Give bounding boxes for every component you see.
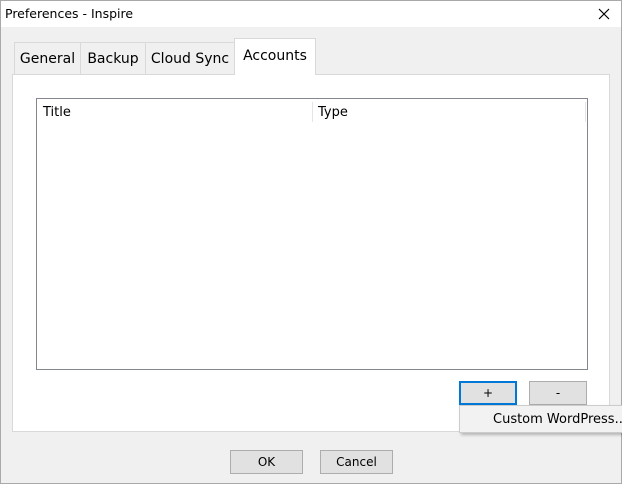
column-header-type[interactable]: Type	[312, 99, 585, 125]
accounts-list[interactable]: Title Type	[36, 98, 588, 370]
ok-button[interactable]: OK	[230, 450, 303, 474]
add-account-menu: Custom WordPress...	[459, 405, 622, 433]
window-title: Preferences - Inspire	[5, 6, 134, 21]
title-bar: Preferences - Inspire	[1, 1, 621, 27]
add-account-button-label: +	[482, 386, 494, 400]
column-header-type-label: Type	[318, 104, 348, 120]
tab-backup-label: Backup	[87, 50, 139, 67]
close-button[interactable]	[587, 1, 621, 27]
cancel-button-label: Cancel	[336, 455, 377, 469]
preferences-dialog: Preferences - Inspire General Backup Clo…	[0, 0, 622, 484]
tab-accounts[interactable]: Accounts	[234, 38, 316, 75]
add-account-button[interactable]: +	[459, 381, 517, 405]
list-header: Title Type	[37, 99, 587, 125]
tab-cloud-sync-label: Cloud Sync	[150, 50, 230, 67]
close-icon	[598, 8, 610, 20]
tab-backup[interactable]: Backup	[80, 42, 146, 74]
menu-item-custom-wordpress-label: Custom WordPress...	[493, 411, 622, 427]
remove-account-button-label: -	[555, 386, 561, 400]
remove-account-button[interactable]: -	[529, 381, 587, 405]
tab-accounts-label: Accounts	[243, 48, 307, 64]
cancel-button[interactable]: Cancel	[320, 450, 393, 474]
tab-cloud-sync[interactable]: Cloud Sync	[145, 42, 235, 74]
tab-general[interactable]: General	[14, 42, 81, 74]
column-header-title[interactable]: Title	[37, 99, 312, 125]
column-divider[interactable]	[585, 102, 586, 122]
menu-item-custom-wordpress[interactable]: Custom WordPress...	[460, 406, 622, 432]
ok-button-label: OK	[257, 455, 276, 469]
tab-general-label: General	[19, 50, 76, 67]
column-header-title-label: Title	[43, 104, 71, 120]
